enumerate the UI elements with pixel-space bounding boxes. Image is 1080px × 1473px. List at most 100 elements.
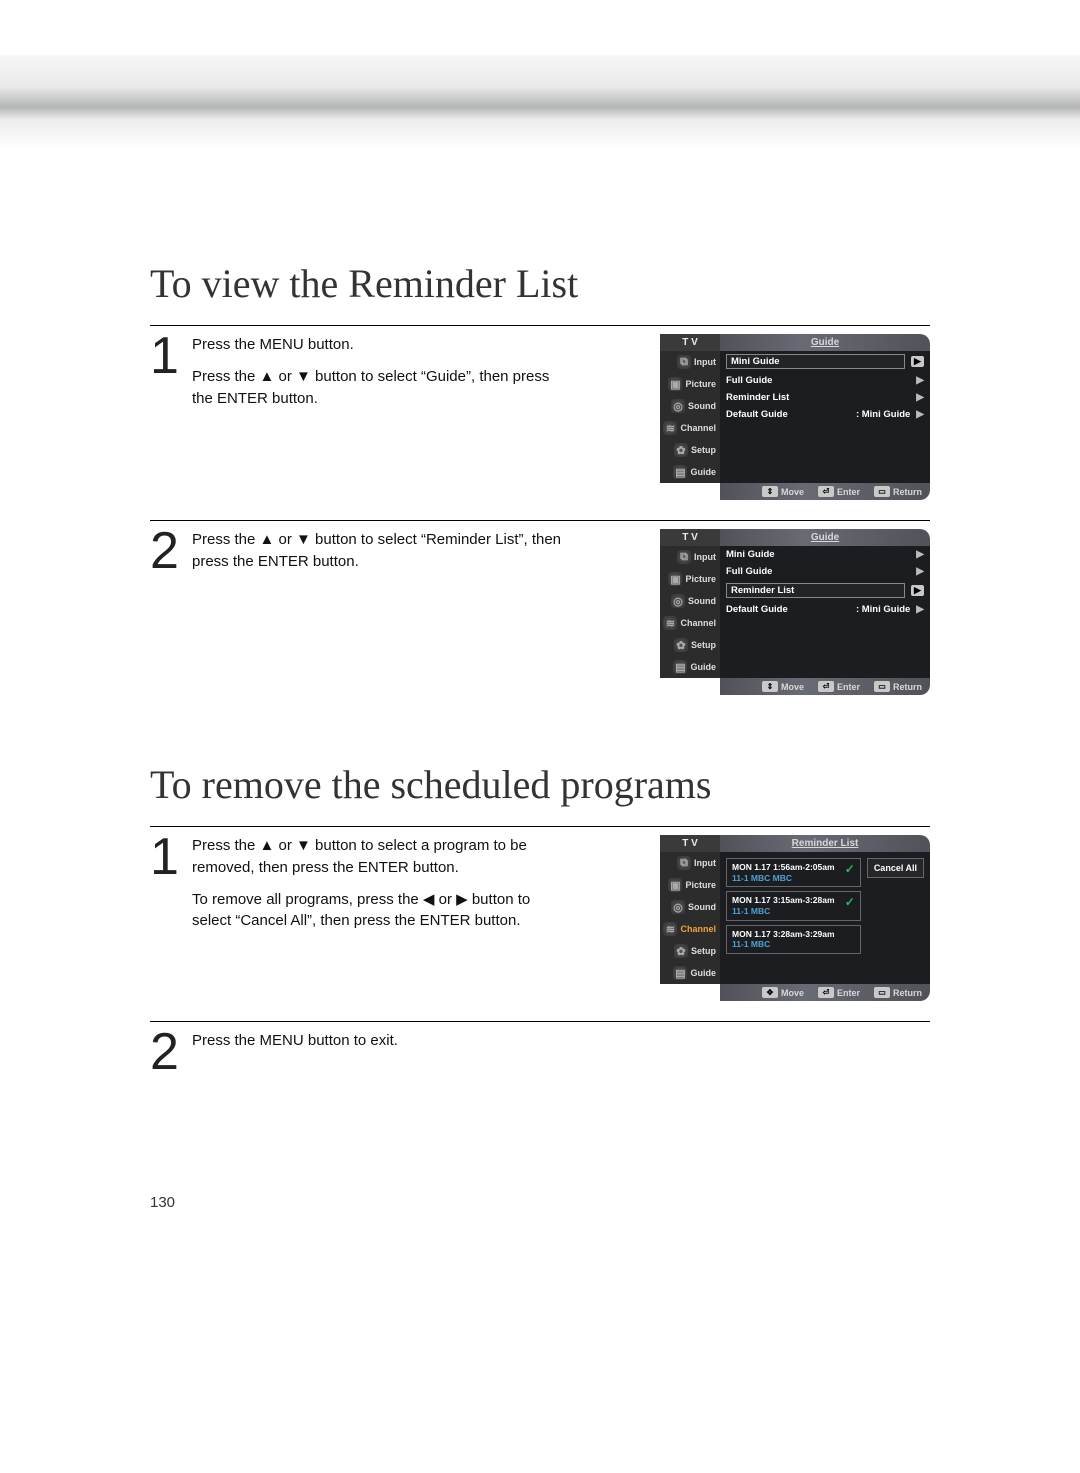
- osd-option-defaultguide: Default Guide: Mini Guide▶: [720, 406, 930, 423]
- move-updown-icon: ⇕: [762, 486, 778, 497]
- step-number: 1: [150, 831, 192, 883]
- cancel-all-button: Cancel All: [867, 858, 924, 878]
- footer-enter: ⏎Enter: [818, 486, 860, 497]
- input-icon: ⧉: [677, 550, 691, 564]
- sound-icon: ◎: [671, 399, 685, 413]
- channel-icon: ≋: [663, 922, 677, 936]
- picture-icon: ▣: [668, 377, 682, 391]
- section1-title: To view the Reminder List: [150, 260, 930, 307]
- setup-icon: ✿: [674, 944, 688, 958]
- step-line: Press the ▲ or ▼ button to select “Guide…: [192, 366, 562, 410]
- step-text: Press the ▲ or ▼ button to select a prog…: [192, 835, 562, 942]
- osd-footer: ✥Move ⏎Enter ▭Return: [720, 984, 930, 1001]
- footer-return: ▭Return: [874, 681, 922, 692]
- osd-title: Reminder List: [720, 835, 930, 852]
- footer-move: ✥Move: [762, 987, 804, 998]
- sidebar-item-guide: ▤Guide: [660, 962, 720, 984]
- osd-option-miniguide: Mini Guide▶: [720, 546, 930, 563]
- channel-icon: ≋: [663, 421, 677, 435]
- osd-sidebar: ⧉Input ▣Picture ◎Sound ≋Channel ✿Setup ▤…: [660, 546, 720, 678]
- sidebar-item-picture: ▣Picture: [660, 874, 720, 896]
- section1-step1: 1 Press the MENU button. Press the ▲ or …: [150, 326, 930, 521]
- picture-icon: ▣: [668, 572, 682, 586]
- page-number: 130: [150, 1194, 175, 1211]
- page-content: To view the Reminder List 1 Press the ME…: [150, 260, 930, 1078]
- enter-icon: ⏎: [818, 987, 834, 998]
- return-icon: ▭: [874, 987, 890, 998]
- sidebar-item-guide: ▤Guide: [660, 461, 720, 483]
- osd-sidebar: ⧉Input ▣Picture ◎Sound ≋Channel ✿Setup ▤…: [660, 351, 720, 483]
- step-number: 2: [150, 1026, 192, 1078]
- osd-main: MON 1.17 1:56am-2:05am 11-1 MBC MBC ✓ MO…: [720, 852, 930, 984]
- sidebar-item-input: ⧉Input: [660, 351, 720, 373]
- enter-icon: ⏎: [818, 486, 834, 497]
- reminder-item: MON 1.17 3:15am-3:28am 11-1 MBC ✓: [726, 891, 861, 920]
- osd-main: Mini Guide▶ Full Guide▶ Reminder List▶ D…: [720, 351, 930, 483]
- sidebar-item-input: ⧉Input: [660, 852, 720, 874]
- step-text: Press the MENU button to exit.: [192, 1030, 562, 1062]
- osd-reminderlist: T V Reminder List ⧉Input ▣Picture ◎Sound…: [660, 835, 930, 1001]
- osd-sidebar: ⧉Input ▣Picture ◎Sound ≋Channel ✿Setup ▤…: [660, 852, 720, 984]
- footer-enter: ⏎Enter: [818, 987, 860, 998]
- osd-guide-reminderlist: T V Guide ⧉Input ▣Picture ◎Sound ≋Channe…: [660, 529, 930, 695]
- guide-icon: ▤: [673, 465, 687, 479]
- sidebar-item-channel: ≋Channel: [660, 612, 720, 634]
- sidebar-item-picture: ▣Picture: [660, 568, 720, 590]
- sidebar-item-sound: ◎Sound: [660, 896, 720, 918]
- sidebar-item-setup: ✿Setup: [660, 634, 720, 656]
- osd-tv-label: T V: [660, 529, 720, 546]
- move-4way-icon: ✥: [762, 987, 778, 998]
- footer-move: ⇕Move: [762, 681, 804, 692]
- check-icon: ✓: [845, 895, 855, 910]
- reminder-item: MON 1.17 1:56am-2:05am 11-1 MBC MBC ✓: [726, 858, 861, 887]
- osd-main: Mini Guide▶ Full Guide▶ Reminder List▶ D…: [720, 546, 930, 678]
- reminder-item: MON 1.17 3:28am-3:29am 11-1 MBC: [726, 925, 861, 954]
- setup-icon: ✿: [674, 638, 688, 652]
- osd-option-fullguide: Full Guide▶: [720, 372, 930, 389]
- step-line: Press the MENU button to exit.: [192, 1030, 562, 1052]
- return-icon: ▭: [874, 486, 890, 497]
- return-icon: ▭: [874, 681, 890, 692]
- section2-title: To remove the scheduled programs: [150, 761, 930, 808]
- step-text: Press the MENU button. Press the ▲ or ▼ …: [192, 334, 562, 419]
- osd-footer: ⇕Move ⏎Enter ▭Return: [720, 483, 930, 500]
- step-line: Press the ▲ or ▼ button to select a prog…: [192, 835, 562, 879]
- guide-icon: ▤: [673, 660, 687, 674]
- footer-return: ▭Return: [874, 486, 922, 497]
- osd-title: Guide: [720, 529, 930, 546]
- footer-return: ▭Return: [874, 987, 922, 998]
- osd-option-miniguide: Mini Guide▶: [720, 351, 930, 372]
- step-number: 2: [150, 525, 192, 577]
- osd-option-reminderlist: Reminder List▶: [720, 389, 930, 406]
- osd-option-defaultguide: Default Guide: Mini Guide▶: [720, 601, 930, 618]
- move-updown-icon: ⇕: [762, 681, 778, 692]
- osd-tv-label: T V: [660, 334, 720, 351]
- input-icon: ⧉: [677, 856, 691, 870]
- sidebar-item-setup: ✿Setup: [660, 940, 720, 962]
- step-line: Press the ▲ or ▼ button to select “Remin…: [192, 529, 562, 573]
- osd-title: Guide: [720, 334, 930, 351]
- setup-icon: ✿: [674, 443, 688, 457]
- check-icon: ✓: [845, 862, 855, 877]
- sidebar-item-channel: ≋Channel: [660, 918, 720, 940]
- sidebar-item-guide: ▤Guide: [660, 656, 720, 678]
- sidebar-item-setup: ✿Setup: [660, 439, 720, 461]
- input-icon: ⧉: [677, 355, 691, 369]
- osd-tv-label: T V: [660, 835, 720, 852]
- sidebar-item-channel: ≋Channel: [660, 417, 720, 439]
- sidebar-item-picture: ▣Picture: [660, 373, 720, 395]
- enter-icon: ⏎: [818, 681, 834, 692]
- sound-icon: ◎: [671, 900, 685, 914]
- osd-option-fullguide: Full Guide▶: [720, 563, 930, 580]
- footer-move: ⇕Move: [762, 486, 804, 497]
- top-banner: [0, 55, 1080, 145]
- step-line: To remove all programs, press the ◀ or ▶…: [192, 889, 562, 933]
- osd-guide-miniguide: T V Guide ⧉Input ▣Picture ◎Sound ≋Channe…: [660, 334, 930, 500]
- picture-icon: ▣: [668, 878, 682, 892]
- footer-enter: ⏎Enter: [818, 681, 860, 692]
- osd-footer: ⇕Move ⏎Enter ▭Return: [720, 678, 930, 695]
- section2-step1: 1 Press the ▲ or ▼ button to select a pr…: [150, 827, 930, 1022]
- guide-icon: ▤: [673, 966, 687, 980]
- sidebar-item-sound: ◎Sound: [660, 395, 720, 417]
- step-line: Press the MENU button.: [192, 334, 562, 356]
